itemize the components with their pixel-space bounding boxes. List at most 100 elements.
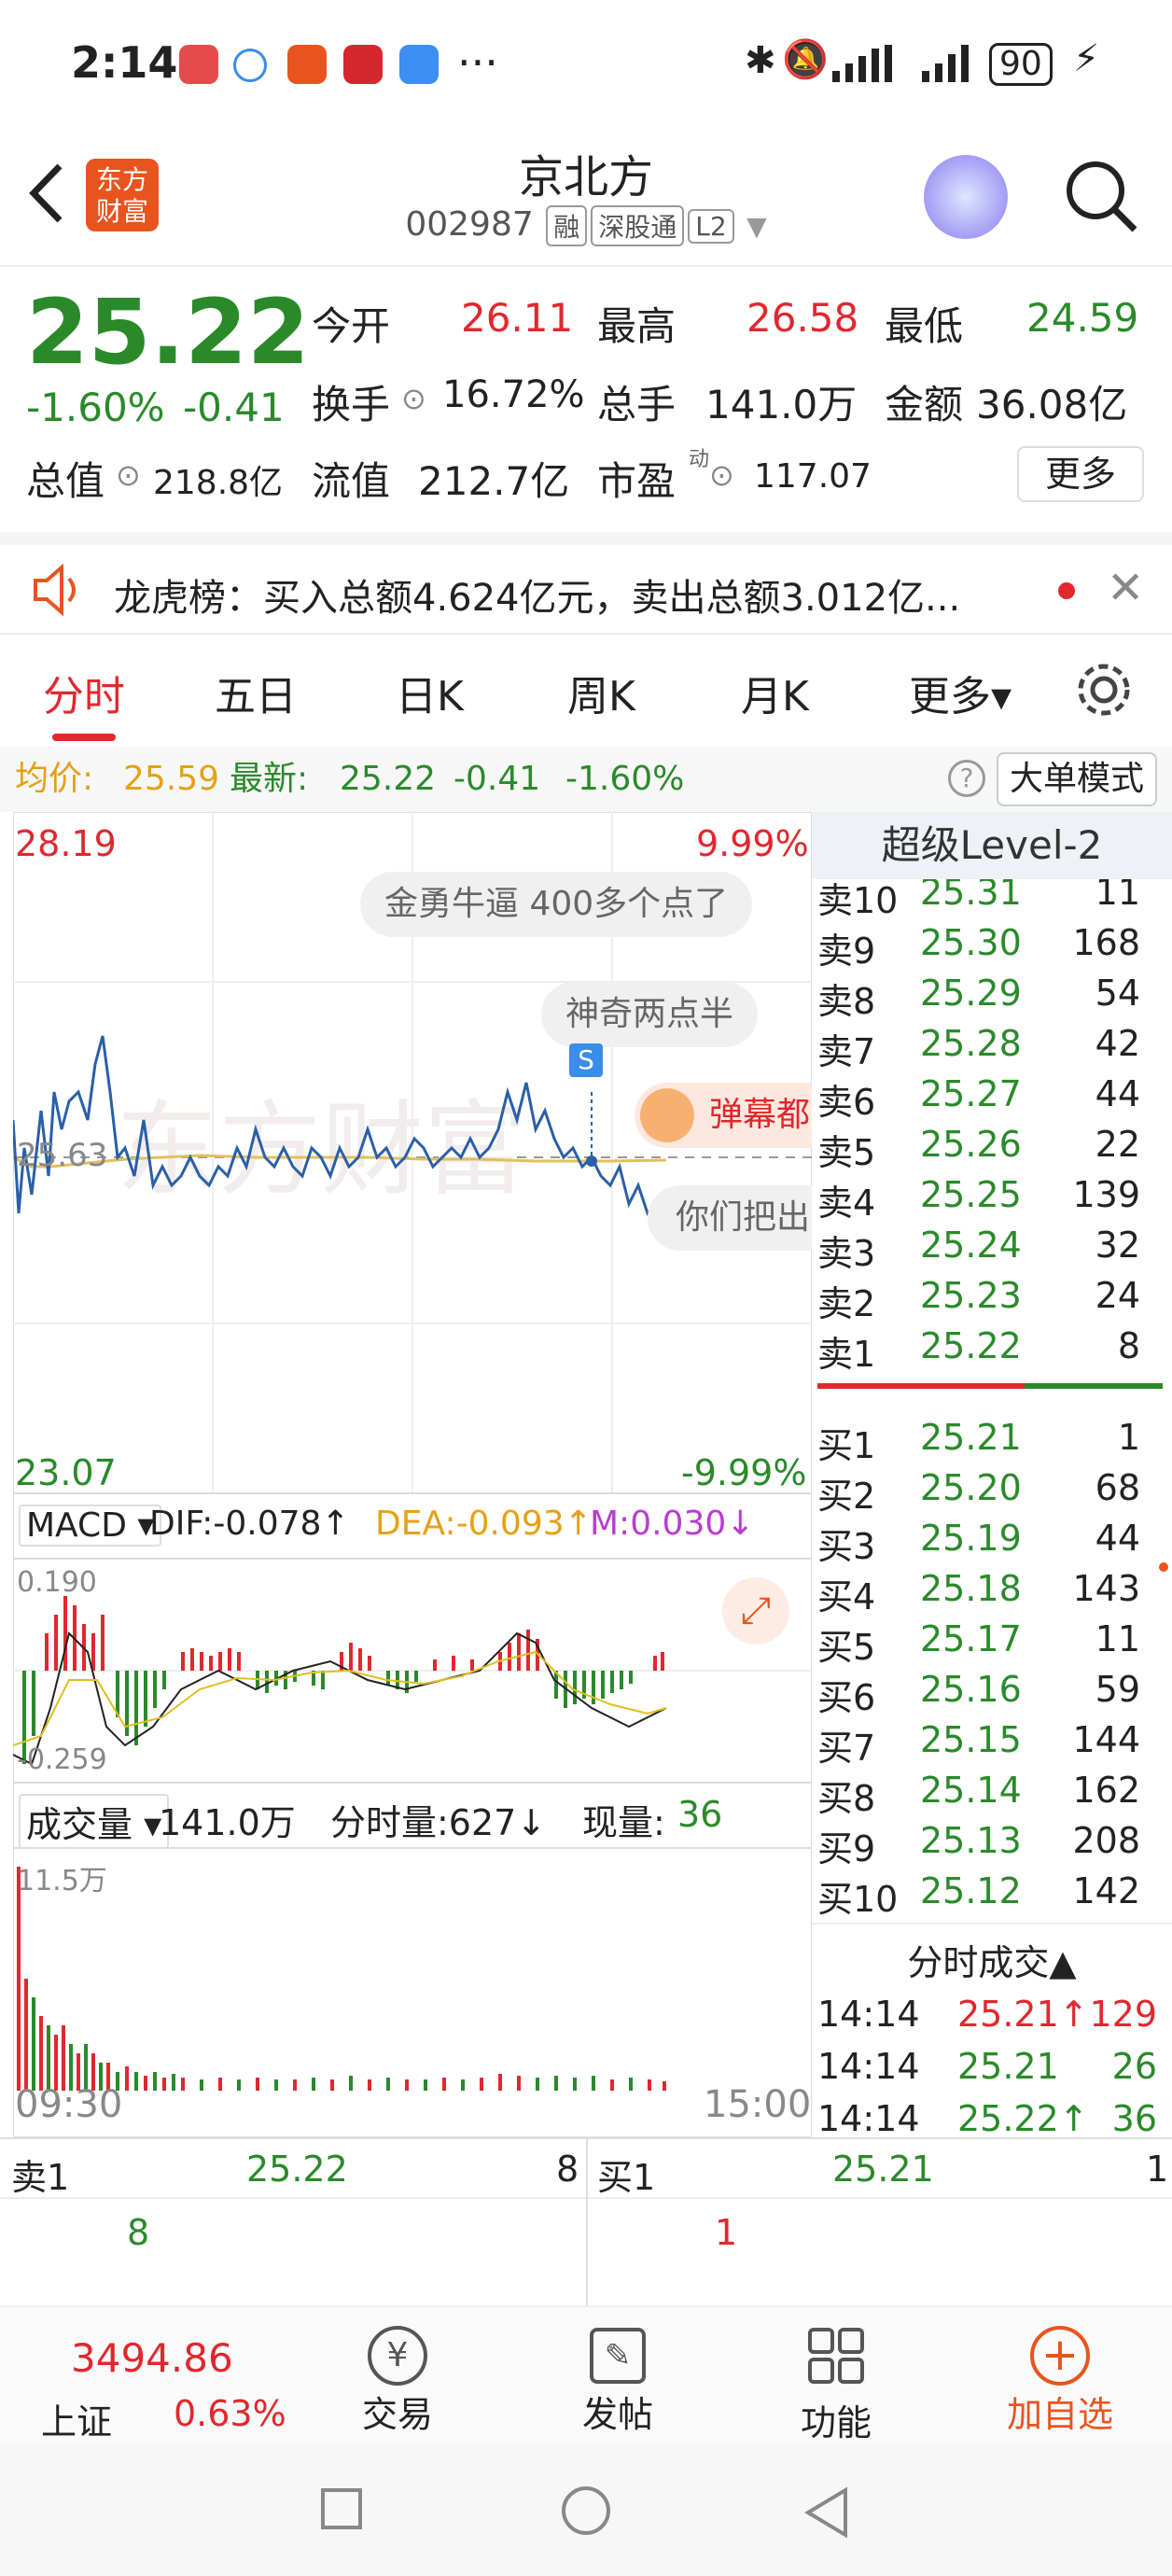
more-button[interactable]: 更多 (1017, 446, 1144, 502)
signal2-icon (922, 45, 969, 82)
system-nav-bar (0, 2445, 1172, 2576)
tick-trades-title[interactable]: 分时成交▲ (812, 1934, 1172, 1985)
ask-qty: 8 (1117, 1325, 1140, 1366)
tab-more[interactable]: 更多▾ (909, 663, 1012, 722)
ask-label: 卖2 (817, 1283, 876, 1324)
ask-price: 25.23 (920, 1275, 1022, 1316)
bid-row[interactable]: 买3 25.19 44 (817, 1518, 1163, 1568)
bid-row[interactable]: 买7 25.15 144 (817, 1719, 1163, 1770)
change-pct: -1.60% (26, 385, 165, 430)
info-icon[interactable]: ⊙ (116, 457, 141, 493)
tab-intraday[interactable]: 分时 (43, 663, 125, 741)
bid-row[interactable]: 买6 25.16 59 (817, 1669, 1163, 1719)
bid-label: 买2 (817, 1476, 876, 1517)
dropdown-icon[interactable]: ▼ (746, 211, 767, 242)
macd-label: MACD (26, 1506, 127, 1545)
bid-row[interactable]: 买5 25.17 11 (817, 1618, 1163, 1669)
settings-icon[interactable] (1073, 659, 1135, 721)
trade-time: 14:14 (817, 2098, 920, 2139)
buy1-sub: 1 (715, 2212, 738, 2253)
bid-row[interactable]: 买4 25.18 143 (817, 1568, 1163, 1618)
search-icon[interactable] (1062, 157, 1140, 235)
ask-row[interactable]: 卖9 25.30 168 (817, 922, 1163, 973)
bid-row[interactable]: 买10 25.12 142 (817, 1870, 1163, 1921)
turnover-label: 换手 (312, 382, 391, 427)
nav-functions[interactable]: 功能 (789, 2326, 883, 2445)
float-cap-label: 流值 (312, 458, 391, 504)
nav-add-watchlist[interactable]: + 加自选 (995, 2326, 1125, 2437)
bottom-nav: 3494.86 上证 0.63% ¥ 交易 ✎ 发帖 功能 + 加自选 (0, 2305, 1172, 2445)
macd-high: 0.190 (17, 1566, 97, 1599)
big-order-mode-button[interactable]: 大单模式 (997, 752, 1158, 806)
volume-selector[interactable]: 成交量 ▾ (19, 1794, 170, 1849)
expand-icon[interactable]: ⤢ (722, 1577, 789, 1645)
ask-qty: 11 (1095, 879, 1140, 913)
tab-daily-k[interactable]: 日K (396, 663, 464, 722)
macd-selector[interactable]: MACD ▾ (19, 1505, 162, 1547)
latest-price: 25.22 (340, 760, 437, 798)
bid-price: 25.14 (920, 1770, 1022, 1811)
close-icon[interactable]: ✕ (1107, 562, 1144, 614)
ask-row[interactable]: 卖6 25.27 44 (817, 1073, 1163, 1124)
index-ticker[interactable]: 3494.86 上证 0.63% (37, 2328, 286, 2443)
bid-price: 25.12 (920, 1870, 1022, 1911)
sell1-sub: 8 (127, 2212, 150, 2253)
bid-row[interactable]: 买1 25.21 1 (817, 1417, 1163, 1467)
avg-price: 25.59 (123, 760, 220, 798)
tab-weekly-k[interactable]: 周K (567, 663, 635, 722)
bid-row[interactable]: 买2 25.20 68 (817, 1467, 1163, 1518)
recent-apps-icon[interactable] (321, 2488, 362, 2529)
danmu-bubble: 金勇牛逼 400多个点了 (360, 872, 753, 937)
sell-marker-icon[interactable]: S (569, 1043, 603, 1077)
robot-assistant-icon[interactable] (924, 155, 1008, 239)
ask-price: 25.22 (920, 1325, 1022, 1366)
nav-post[interactable]: ✎ 发帖 (571, 2326, 664, 2437)
ask-label: 卖6 (817, 1082, 876, 1123)
macd-low: -0.259 (17, 1743, 107, 1776)
level2-title[interactable]: 超级Level-2 (812, 812, 1172, 879)
axis-bottom-pct: -9.99% (681, 1452, 807, 1493)
tab-five-day[interactable]: 五日 (215, 663, 297, 722)
bid-price: 25.20 (920, 1467, 1022, 1508)
ask-row[interactable]: 卖1 25.22 8 (817, 1325, 1163, 1376)
ask-row[interactable]: 卖10 25.31 11 (817, 879, 1163, 922)
nav-trade[interactable]: ¥ 交易 (351, 2326, 444, 2437)
bid-price: 25.17 (920, 1618, 1022, 1659)
price-info-bar: 均价: 25.59 最新: 25.22 -0.41 -1.60% ? 大单模式 (0, 747, 1172, 812)
bid-price: 25.21 (920, 1417, 1022, 1458)
bluetooth-icon: ✱ (745, 39, 776, 82)
bid-row[interactable]: 买9 25.13 208 (817, 1820, 1163, 1870)
home-icon[interactable] (562, 2486, 610, 2535)
ask-row[interactable]: 卖5 25.26 22 (817, 1124, 1163, 1174)
info-icon[interactable]: ⊙ (709, 457, 734, 493)
turnover-value: 16.72% (442, 373, 585, 416)
ask-row[interactable]: 卖2 25.23 24 (817, 1275, 1163, 1325)
latest-pct: -1.60% (565, 760, 685, 798)
more-notifications-icon: ··· (457, 37, 498, 88)
bid-row[interactable]: 买8 25.14 162 (817, 1770, 1163, 1820)
help-icon[interactable]: ? (948, 760, 985, 797)
mktcap-value: 218.8亿 (153, 464, 284, 502)
bid-label: 买3 (817, 1526, 876, 1567)
intraday-chart-area[interactable]: 东方财富 28.19 9.99% 23.07 -9.99% 25.63 金勇牛逼… (11, 811, 813, 2138)
volume-value: 141.0万 (705, 382, 858, 427)
bid-price: 25.13 (920, 1820, 1022, 1861)
ask-qty: 44 (1095, 1073, 1140, 1114)
info-icon[interactable]: ⊙ (401, 381, 426, 416)
macd-dif: DIF:-0.078↑ (149, 1505, 350, 1543)
ask-row[interactable]: 卖3 25.24 32 (817, 1225, 1163, 1275)
index-name: 上证 (41, 2401, 113, 2443)
dragon-tiger-notice[interactable]: 龙虎榜：买入总额4.624亿元，卖出总额3.012亿... ✕ (0, 532, 1172, 635)
back-nav-icon[interactable] (802, 2486, 849, 2539)
danmu-toggle-label: 弹幕都 (709, 1096, 811, 1134)
latest-chg: -0.41 (453, 760, 541, 798)
tab-monthly-k[interactable]: 月K (741, 663, 809, 722)
ask-row[interactable]: 卖4 25.25 139 (817, 1174, 1163, 1225)
high-value: 26.58 (746, 295, 859, 341)
ask-label: 卖8 (817, 981, 876, 1022)
ask-qty: 42 (1095, 1023, 1140, 1064)
ask-row[interactable]: 卖8 25.29 54 (817, 973, 1163, 1023)
current-price: 25.22 (26, 280, 310, 385)
ask-row[interactable]: 卖7 25.28 42 (817, 1023, 1163, 1073)
trade-price: 25.21 (957, 2046, 1059, 2087)
